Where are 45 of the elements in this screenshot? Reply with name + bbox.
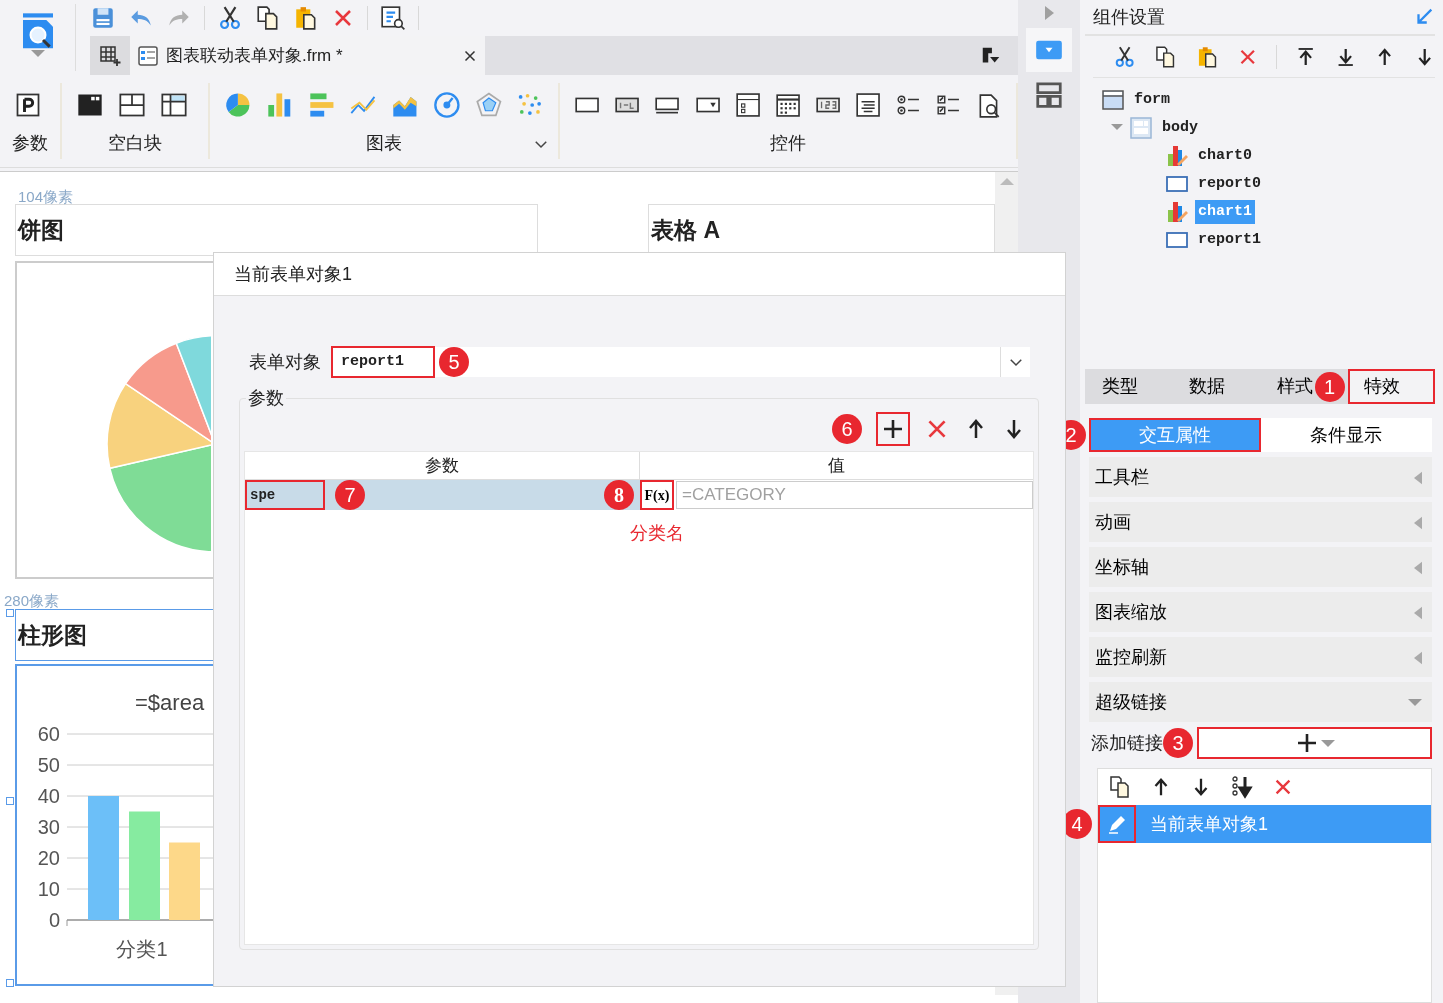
file-tab[interactable]: 图表联动表单对象.frm *	[130, 36, 485, 75]
tree-item[interactable]: body	[1159, 115, 1201, 141]
parameter-name: spe	[245, 480, 325, 510]
axis-tick-label: 10	[37, 878, 60, 900]
size-label: 104像素	[18, 187, 74, 207]
section-header[interactable]: 超级链接	[1089, 682, 1432, 722]
axis-tick-label: 30	[37, 816, 60, 838]
group-label: 控件	[770, 131, 806, 155]
dropdown-field[interactable]: report1 5	[331, 347, 1030, 377]
group-label: 图表	[366, 131, 402, 155]
field-label: 表单对象	[249, 350, 321, 374]
axis-tick-label: 50	[37, 754, 60, 776]
section-header[interactable]: 监控刷新	[1089, 637, 1432, 677]
panel-title: 组件设置	[1093, 5, 1165, 29]
axis-tick-label: 0	[48, 909, 60, 931]
section-header[interactable]: 图表缩放	[1089, 592, 1432, 632]
section-header[interactable]: 坐标轴	[1089, 547, 1432, 587]
tab[interactable]: 数据	[1172, 369, 1260, 404]
step-number: 1	[1314, 371, 1345, 402]
tab[interactable]: 类型	[1085, 369, 1173, 404]
tree-item[interactable]: report0	[1195, 171, 1264, 197]
group-label: 空白块	[108, 131, 162, 155]
step-number: 5	[439, 347, 469, 377]
tree-item[interactable]: report1	[1195, 227, 1264, 253]
section-header[interactable]: 动画	[1089, 502, 1432, 542]
size-label: 280像素	[4, 591, 60, 611]
column-header: 值	[827, 454, 846, 477]
tree-item[interactable]: form	[1131, 87, 1173, 113]
tree-item[interactable]: chart0	[1195, 143, 1255, 169]
axis-tick-label: 60	[37, 723, 60, 745]
section-header[interactable]: 工具栏	[1089, 457, 1432, 497]
step-number: 3	[1163, 728, 1193, 758]
widget-header[interactable]: 饼图	[15, 204, 538, 256]
annotation-text: 分类名	[630, 522, 685, 545]
step-number: 6	[832, 414, 862, 444]
group-label: 参数	[12, 131, 48, 155]
column-header: 参数	[245, 452, 640, 479]
step-number: 7	[335, 480, 365, 510]
add-link-label: 添加链接	[1091, 731, 1163, 755]
category-label: 分类1	[116, 938, 168, 960]
chart-title: =$area	[135, 690, 205, 715]
axis-tick-label: 20	[37, 847, 60, 869]
selected-value: report1	[331, 346, 435, 378]
dialog-title: 当前表单对象1	[234, 262, 352, 286]
axis-tick-label: 40	[37, 785, 60, 807]
